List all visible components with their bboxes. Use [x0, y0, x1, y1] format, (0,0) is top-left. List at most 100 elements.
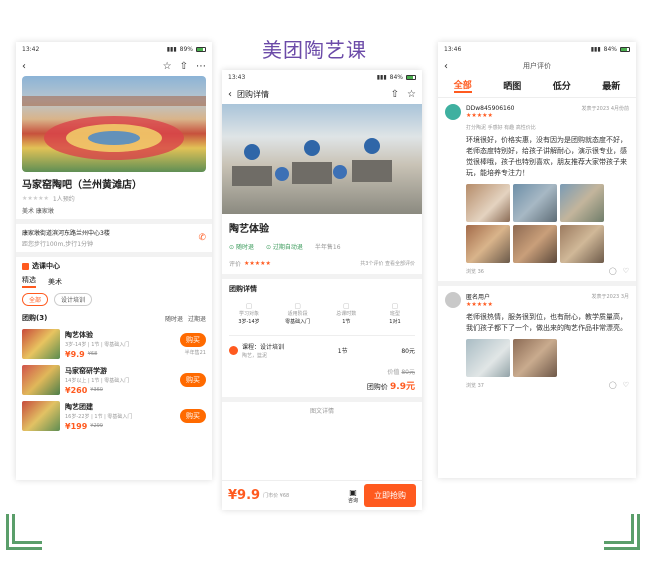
spec-item: ▢ 适用阶段 零基础入门 [278, 302, 318, 325]
review-card: 匿名用户 发表于2023 3月 ★★★★★ 老师很热情，服务很到位，也有耐心，教… [438, 286, 636, 395]
group-price-label: 团购价 [366, 383, 388, 391]
course-count: 1节 [337, 348, 348, 355]
group-item[interactable]: 马家窑研学游 14岁以上 | 1节 | 零基础入门 ¥260 ¥360 购买 [16, 362, 212, 398]
image-detail-link[interactable]: 图文详情 [222, 402, 422, 419]
review-photo[interactable] [466, 225, 510, 263]
product-title: 陶艺体验 [229, 224, 269, 235]
item-sub: 14岁以上 | 1节 | 零基础入门 [65, 377, 130, 384]
distance-text: 距您步行100m,步行1分钟 [22, 241, 94, 248]
group-price: 9.9元 [390, 382, 415, 392]
battery-level: 84% [603, 45, 617, 53]
course-icon [229, 346, 238, 355]
review-text: 老师很热情，服务很到位，也有耐心，教学质量高，我们孩子都下了一个，做出来的陶艺作… [466, 313, 627, 332]
bottom-old-price: 门市价 ¥68 [263, 493, 290, 499]
buy-now-button[interactable]: 立即抢购 [364, 484, 416, 507]
review-photo[interactable] [513, 184, 557, 222]
share-icon[interactable]: ⇧ [391, 89, 399, 100]
spec-icon: ▢ [245, 302, 253, 310]
tab-latest[interactable]: 最新 [602, 79, 620, 92]
nav-title: 用户评价 [523, 62, 551, 70]
more-icon[interactable]: ⋯ [196, 61, 206, 72]
item-price: ¥199 [65, 421, 88, 431]
deal-image [222, 104, 422, 214]
review-photo[interactable] [560, 184, 604, 222]
navbar: ‹ 用户评价 [438, 56, 636, 76]
review-tabs: 全部 晒图 低分 最新 [438, 76, 636, 98]
rating-label: 评价 [229, 261, 242, 268]
spec-value: 1节 [342, 319, 351, 325]
status-bar: 13:46 ▮▮▮ 84% [438, 42, 636, 56]
tag-anytime-refund: 随时退 [164, 315, 183, 323]
bottom-bar: ¥9.9 门市价 ¥68 ▣ 咨询 立即抢购 [222, 480, 422, 510]
main-title: 美团陶艺课 [262, 38, 367, 62]
review-card: DDw845906160 发表于2023 4月份前 ★★★★★ 打分陶泥 手感好… [438, 98, 636, 281]
filter-all[interactable]: 全部 [22, 293, 49, 306]
star-icon[interactable]: ☆ [407, 89, 416, 100]
center-icon [22, 262, 29, 270]
review-photo[interactable] [560, 225, 604, 263]
tab-featured[interactable]: 精选 [22, 275, 36, 288]
value-label: 价值 [387, 369, 400, 376]
course-name: 课程：设计培训 [242, 344, 285, 351]
review-stars: ★★★★★ [466, 112, 493, 119]
tab-art[interactable]: 美术 [48, 277, 62, 287]
star-icon[interactable]: ☆ [163, 61, 172, 72]
item-title: 陶艺体验 [65, 330, 93, 339]
rating-row[interactable]: 评价 ★★★★★ 共3个评价 查看全部评价 [229, 259, 415, 268]
bottom-price: ¥9.9 [228, 488, 261, 503]
comment-icon[interactable]: ◯ [609, 381, 617, 389]
spec-label: 学习对象 [238, 311, 259, 317]
back-icon[interactable]: ‹ [22, 61, 26, 72]
nav-title: 团购详情 [237, 89, 269, 99]
reviewer-name: DDw845906160 [466, 105, 515, 112]
buy-button[interactable]: 购买 [180, 373, 206, 387]
consult-button[interactable]: ▣ 咨询 [348, 488, 358, 504]
status-time: 13:43 [228, 73, 246, 81]
guarantee-auto-refund: ⊙ 过期自动退 [265, 244, 303, 251]
avatar [445, 104, 461, 120]
review-photo[interactable] [513, 339, 557, 377]
item-price: ¥9.9 [65, 349, 85, 359]
spec-item: ▢ 学习对象 3岁-14岁 [229, 302, 269, 325]
review-sub: 打分陶泥 手感好 有趣 高性价比 [466, 125, 536, 131]
spec-value: 3岁-14岁 [238, 319, 260, 325]
buy-button[interactable]: 购买 [180, 332, 206, 347]
tab-all[interactable]: 全部 [453, 78, 472, 93]
comment-icon[interactable]: ◯ [609, 267, 617, 275]
spec-value: 1对1 [389, 319, 401, 325]
spec-value: 零基础入门 [285, 319, 311, 325]
group-item[interactable]: 陶艺团建 16岁-22岁 | 1节 | 零基础入门 ¥199 ¥299 购买 [16, 398, 212, 434]
tab-low-score[interactable]: 低分 [553, 79, 571, 92]
phone-icon[interactable]: ✆ [198, 233, 206, 243]
battery-icon [620, 46, 630, 52]
status-time: 13:46 [444, 45, 462, 53]
shop-name: 马家窑陶吧（兰州黄滩店） [22, 180, 142, 191]
like-icon[interactable]: ♡ [623, 381, 629, 389]
tab-photos[interactable]: 晒图 [503, 79, 521, 92]
navbar: ‹ 团购详情 ⇧ ☆ [222, 84, 422, 104]
item-sold: 半年售21 [184, 349, 206, 356]
banner-art [22, 96, 206, 160]
review-photo[interactable] [466, 339, 510, 377]
battery-icon [196, 46, 206, 52]
item-thumbnail [22, 401, 60, 431]
battery-icon [406, 74, 416, 80]
review-photo[interactable] [513, 225, 557, 263]
address-row[interactable]: 康家墩街道滨河东路兰州中心3楼 距您步行100m,步行1分钟 ✆ [16, 224, 212, 252]
shop-banner-image [22, 76, 206, 172]
share-icon[interactable]: ⇧ [180, 61, 188, 72]
like-icon[interactable]: ♡ [623, 267, 629, 275]
spec-item: ▢ 总课时数 1节 [326, 302, 366, 325]
filter-design[interactable]: 设计培训 [54, 293, 93, 306]
reviewer-name: 匿名用户 [466, 294, 491, 301]
tag-expire-refund: 过期退 [187, 315, 206, 323]
group-item[interactable]: 陶艺体验 3岁-14岁 | 1节 | 零基础入门 ¥9.9 ¥68 购买 半年售… [16, 326, 212, 362]
buy-button[interactable]: 购买 [180, 409, 206, 423]
back-icon[interactable]: ‹ [444, 61, 448, 72]
item-old-price: ¥360 [90, 387, 103, 393]
review-photo[interactable] [466, 184, 510, 222]
back-icon[interactable]: ‹ [228, 89, 232, 100]
status-bar: 13:43 ▮▮▮ 84% [222, 70, 422, 84]
corner-decoration-bottom-right [604, 514, 640, 550]
navbar: ‹ ☆ ⇧ ⋯ [16, 56, 212, 76]
